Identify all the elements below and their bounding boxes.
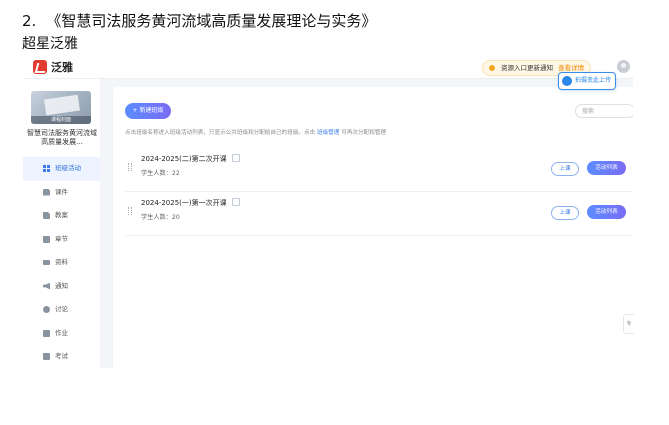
heading-number: 2.: [22, 12, 37, 30]
side-float-tab[interactable]: 专: [623, 314, 634, 334]
main-panel: + 新建班级 搜索 点击班级名称进入班级活动列表，只显示公共班级和分配给自己的班…: [113, 87, 633, 368]
edit-icon: [43, 329, 50, 337]
sidebar-item-lesson-plan[interactable]: 教案: [23, 204, 100, 228]
sidebar-item-chapters[interactable]: 章节: [23, 228, 100, 252]
document-subtitle: 超星泛雅: [22, 36, 78, 52]
sidebar-item-label: 作业: [55, 328, 68, 337]
sidebar-item-materials[interactable]: 资料: [23, 251, 100, 275]
document-icon: [43, 188, 50, 196]
sidebar-item-label: 通知: [55, 281, 68, 290]
sidebar-item-exam[interactable]: 考试: [23, 345, 100, 368]
sidebar-item-homework[interactable]: 作业: [23, 322, 100, 346]
sidebar-item-discussion[interactable]: 讨论: [23, 298, 100, 322]
avatar[interactable]: [617, 60, 630, 73]
drag-handle-icon[interactable]: [128, 163, 132, 171]
logo-icon: [33, 60, 47, 74]
notice-text: 资源入口更新通知: [501, 64, 553, 72]
heading-title: 《智慧司法服务黄河流域高质量发展理论与实务》: [46, 12, 377, 30]
activity-list-button[interactable]: 活动列表: [587, 205, 626, 219]
photo-upload-label: 拍摄变此上传: [575, 77, 612, 84]
new-class-button[interactable]: + 新建班级: [125, 103, 171, 119]
cover-caption: 课程封面: [31, 116, 91, 124]
sidebar-item-notices[interactable]: 通知: [23, 275, 100, 299]
photo-upload-button[interactable]: 拍摄变此上传: [558, 72, 616, 90]
logo-text: 泛雅: [51, 61, 73, 74]
class-row[interactable]: 2024-2025(二)第二次开课 学生人数：22 上课 活动列表: [125, 147, 633, 192]
start-class-button[interactable]: 上课: [551, 162, 579, 176]
class-name-text: 2024-2025(二)第二次开课: [141, 155, 227, 163]
chapter-icon: [43, 235, 50, 243]
sidebar-item-label: 教案: [55, 211, 68, 219]
warning-icon: [489, 65, 495, 71]
drag-handle-icon[interactable]: [128, 207, 132, 215]
speaker-icon: [43, 282, 50, 290]
chat-icon: [43, 306, 50, 313]
sidebar-item-class-activity[interactable]: 班级活动: [23, 157, 100, 181]
class-name-text: 2024-2025(一)第一次开课: [141, 199, 227, 207]
class-name[interactable]: 2024-2025(一)第一次开课: [141, 198, 240, 208]
sidebar-item-label: 课件: [55, 187, 68, 196]
sidebar-item-label: 讨论: [55, 305, 68, 313]
grid-icon: [43, 165, 50, 172]
sidebar-item-courseware[interactable]: 课件: [23, 181, 100, 205]
exam-icon: [43, 353, 50, 360]
sidebar-item-label: 班级活动: [55, 164, 81, 172]
start-class-button[interactable]: 上课: [551, 206, 579, 220]
badge-icon: [231, 154, 240, 162]
course-name: 智慧司法服务黄河流域高质量发展...: [27, 129, 97, 146]
notice-link[interactable]: 查看详情: [558, 64, 584, 72]
class-row[interactable]: 2024-2025(一)第一次开课 学生人数：20 上课 活动列表: [125, 191, 633, 236]
sidebar: 课程封面 智慧司法服务黄河流域高质量发展... 班级活动 课件 教案 章节 资料…: [23, 79, 100, 368]
search-input[interactable]: 搜索: [575, 104, 633, 118]
student-count: 学生人数：22: [141, 170, 180, 177]
badge-icon: [231, 198, 240, 206]
camera-icon: [562, 76, 572, 86]
sidebar-item-label: 考试: [55, 352, 68, 360]
document-icon: [43, 212, 50, 219]
document-heading: 2. 《智慧司法服务黄河流域高质量发展理论与实务》: [22, 10, 376, 31]
class-management-link[interactable]: 班级管理: [317, 130, 339, 136]
activity-list-button[interactable]: 活动列表: [587, 161, 626, 175]
hint-lead: 点击班级名称进入班级活动列表，只显示公共班级和分配给自己的班级。点击: [125, 130, 316, 136]
top-bar: 泛雅 资源入口更新通知 查看详情: [23, 56, 633, 79]
folder-icon: [43, 260, 50, 265]
course-cover-image[interactable]: 课程封面: [31, 91, 91, 124]
sidebar-nav: 班级活动 课件 教案 章节 资料 通知 讨论 作业 考试: [23, 157, 100, 368]
app-window: 泛雅 资源入口更新通知 查看详情 课程封面 智慧司法服务黄河流域高质量发展...…: [23, 56, 633, 368]
sidebar-item-label: 资料: [55, 258, 68, 266]
class-name[interactable]: 2024-2025(二)第二次开课: [141, 154, 240, 164]
cover-paper-decoration: [44, 94, 80, 116]
sidebar-item-label: 章节: [55, 234, 68, 243]
hint-text: 点击班级名称进入班级活动列表，只显示公共班级和分配给自己的班级。点击 班级管理 …: [125, 128, 386, 136]
student-count: 学生人数：20: [141, 214, 180, 221]
hint-tail: 可再次分配和管理: [341, 130, 386, 136]
